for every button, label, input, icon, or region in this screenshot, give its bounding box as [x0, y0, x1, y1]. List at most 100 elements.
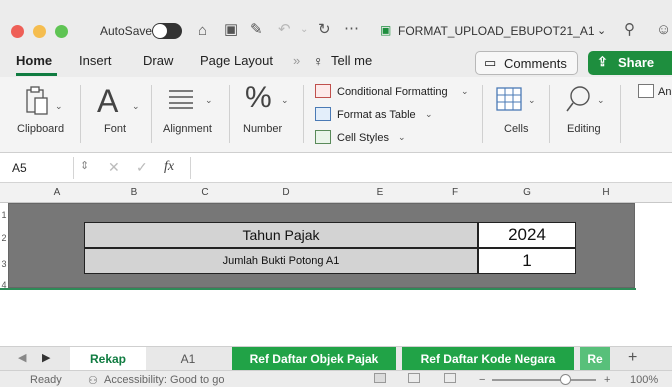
- user-icon[interactable]: ☺: [656, 22, 671, 38]
- next-sheet-icon[interactable]: ▶: [42, 351, 50, 364]
- tab-draw[interactable]: Draw: [143, 53, 173, 68]
- tab-insert[interactable]: Insert: [79, 53, 112, 68]
- file-name-chevron-icon[interactable]: ⌄: [597, 24, 606, 37]
- editing-chevron-icon: ⌄: [597, 95, 605, 105]
- cell-styles-icon: [315, 130, 331, 144]
- save-icon[interactable]: ▣: [224, 22, 238, 38]
- cells-label: Cells: [504, 123, 529, 135]
- autosave-toggle[interactable]: [152, 23, 182, 39]
- sheet-tab-rekap[interactable]: Rekap: [70, 347, 146, 371]
- cell-styles-button[interactable]: Cell Styles: [337, 132, 389, 144]
- name-box-stepper-icon[interactable]: ⇕: [80, 159, 89, 172]
- column-header-d[interactable]: D: [246, 187, 326, 198]
- share-icon: ⇪: [597, 54, 608, 69]
- page-layout-view-icon[interactable]: [408, 373, 420, 383]
- zoom-slider-handle[interactable]: [560, 374, 571, 385]
- jumlah-bukti-potong-label[interactable]: Jumlah Bukti Potong A1: [84, 248, 478, 274]
- row-header-1[interactable]: 1: [0, 210, 8, 220]
- empty-sheet-area[interactable]: [0, 290, 672, 346]
- ribbon-divider: [482, 85, 483, 143]
- previous-sheet-icon[interactable]: ◀: [18, 351, 26, 364]
- align-lines-icon: [169, 90, 193, 109]
- share-button[interactable]: ⇪ Share: [588, 51, 672, 75]
- active-tab-indicator: [16, 73, 57, 76]
- number-group[interactable]: % ⌄ Number: [231, 77, 301, 153]
- cells-grid-icon: [496, 87, 522, 111]
- cells-group[interactable]: ⌄ Cells: [484, 77, 546, 153]
- column-header-h[interactable]: H: [578, 187, 634, 198]
- jumlah-bukti-potong-value[interactable]: 1: [478, 248, 576, 274]
- tab-home[interactable]: Home: [16, 53, 52, 68]
- font-label: Font: [104, 123, 127, 135]
- conditional-formatting-chevron-icon[interactable]: ⌄: [461, 86, 469, 97]
- zoom-out-button[interactable]: −: [479, 374, 485, 386]
- column-header-f[interactable]: F: [434, 187, 476, 198]
- format-as-table-icon: [315, 107, 331, 121]
- tab-page-layout[interactable]: Page Layout: [200, 53, 273, 68]
- accessibility-status[interactable]: Accessibility: Good to go: [104, 374, 224, 386]
- column-header-c[interactable]: C: [164, 187, 246, 198]
- sheet-tab-a1[interactable]: A1: [150, 347, 226, 371]
- accessibility-icon[interactable]: ⚇: [88, 374, 98, 387]
- editing-group[interactable]: ⌄ Editing: [551, 77, 617, 153]
- insert-function-icon[interactable]: fx: [164, 159, 174, 175]
- tabs-overflow-icon[interactable]: »: [293, 53, 300, 68]
- zoom-level[interactable]: 100%: [630, 374, 658, 386]
- comments-button[interactable]: ▭ Comments: [475, 51, 578, 75]
- format-as-table-chevron-icon[interactable]: ⌄: [425, 109, 433, 120]
- column-header-e[interactable]: E: [326, 187, 434, 198]
- format-as-table-button[interactable]: Format as Table: [337, 109, 416, 121]
- add-sheet-button[interactable]: +: [628, 349, 637, 367]
- conditional-formatting-icon: [315, 84, 331, 98]
- home-icon[interactable]: ⌂: [198, 23, 207, 39]
- sheet-tab-ref-partial[interactable]: Re: [580, 347, 610, 371]
- analyze-data-icon[interactable]: [638, 84, 654, 98]
- number-label: Number: [243, 123, 283, 135]
- font-chevron-icon: ⌄: [132, 101, 140, 111]
- ribbon-divider: [229, 85, 230, 143]
- column-header-b[interactable]: B: [104, 187, 164, 198]
- ribbon-divider: [151, 85, 152, 143]
- clipboard-label: Clipboard: [17, 123, 65, 135]
- tahun-pajak-label[interactable]: Tahun Pajak: [84, 222, 478, 248]
- conditional-formatting-button[interactable]: Conditional Formatting: [337, 86, 448, 98]
- ribbon: ⌄ Clipboard A ⌄ Font ⌄ Alignment % ⌄ Num…: [0, 77, 672, 153]
- tahun-pajak-value[interactable]: 2024: [478, 222, 576, 248]
- analyze-data-button[interactable]: An: [658, 86, 671, 98]
- sheet-tab-ref-daftar-objek-pajak[interactable]: Ref Daftar Objek Pajak: [232, 347, 396, 371]
- more-icon[interactable]: ⋯: [344, 21, 359, 37]
- page-break-view-icon[interactable]: [444, 373, 456, 383]
- autosave-label: AutoSave: [100, 24, 153, 38]
- alignment-group[interactable]: ⌄ Alignment: [153, 77, 225, 153]
- font-icon: A: [97, 83, 119, 119]
- clipboard-chevron-icon: ⌄: [55, 101, 63, 111]
- font-group[interactable]: A ⌄ Font: [82, 77, 150, 153]
- search-icon[interactable]: ⚲: [624, 22, 635, 38]
- row-header-2[interactable]: 2: [0, 233, 8, 243]
- column-header-g[interactable]: G: [476, 187, 578, 198]
- name-box[interactable]: A5: [6, 157, 74, 179]
- close-window-button[interactable]: [11, 25, 24, 38]
- enter-icon[interactable]: ✓: [136, 159, 148, 176]
- editing-label: Editing: [567, 123, 601, 135]
- sheet-tab-ref-daftar-kode-negara[interactable]: Ref Daftar Kode Negara: [402, 347, 574, 371]
- redo-icon[interactable]: ↻: [318, 22, 331, 38]
- row-header-3[interactable]: 3: [0, 259, 8, 269]
- tell-me-search[interactable]: Tell me: [331, 53, 372, 68]
- undo-icon[interactable]: ↶: [278, 22, 291, 38]
- cancel-icon[interactable]: ✕: [108, 159, 120, 176]
- column-header-a[interactable]: A: [10, 187, 104, 198]
- zoom-in-button[interactable]: +: [604, 374, 610, 386]
- undo-dropdown-icon[interactable]: ⌄: [300, 22, 308, 38]
- clipboard-group[interactable]: ⌄ Clipboard: [0, 77, 78, 153]
- formula-divider: [190, 157, 191, 179]
- normal-view-icon[interactable]: [374, 373, 386, 383]
- zoom-slider-track[interactable]: [492, 379, 596, 381]
- comments-label: Comments: [504, 56, 567, 71]
- edit-icon[interactable]: ✎: [250, 22, 263, 38]
- minimize-window-button[interactable]: [33, 25, 46, 38]
- zoom-window-button[interactable]: [55, 25, 68, 38]
- share-label: Share: [618, 55, 655, 70]
- file-name[interactable]: FORMAT_UPLOAD_EBUPOT21_A1: [398, 24, 595, 38]
- cell-styles-chevron-icon[interactable]: ⌄: [398, 132, 406, 143]
